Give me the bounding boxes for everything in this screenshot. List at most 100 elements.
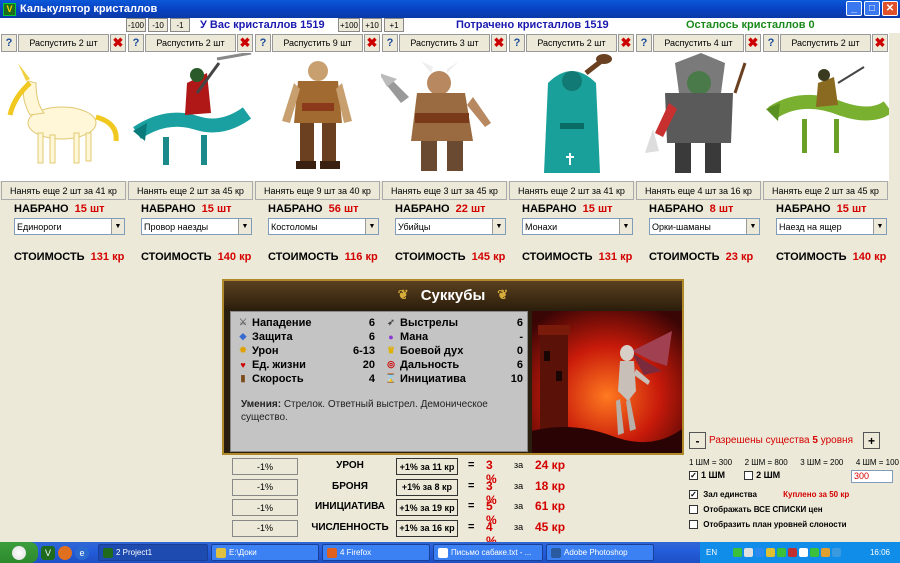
upgrade-za: за xyxy=(514,521,524,532)
chevron-down-icon[interactable]: ▼ xyxy=(746,219,759,234)
chevron-down-icon[interactable]: ▼ xyxy=(619,219,632,234)
crystal-minus-10-button[interactable]: -10 xyxy=(148,18,168,32)
remove-unit-button[interactable]: ✖ xyxy=(872,34,888,52)
crystal-minus-1-button[interactable]: -1 xyxy=(170,18,190,32)
taskbar-item[interactable]: 2 Project1 xyxy=(98,544,208,561)
unit-select[interactable]: Монахи ▼ xyxy=(522,218,633,235)
upgrade-plus-button[interactable]: +1% за 11 кр xyxy=(396,458,458,475)
taskbar-item[interactable]: Письмо сабаке.txt - ... xyxy=(433,544,543,561)
crystal-plus-10-button[interactable]: +10 xyxy=(362,18,382,32)
level-minus-button[interactable]: - xyxy=(689,432,706,449)
remove-unit-button[interactable]: ✖ xyxy=(237,34,253,52)
upgrade-minus-button[interactable]: -1% xyxy=(232,478,298,496)
unit-select[interactable]: Провор наезды ▼ xyxy=(141,218,252,235)
close-button[interactable]: ✕ xyxy=(882,1,898,16)
ornament-left-icon: ❦ xyxy=(397,287,409,302)
unit-select[interactable]: Единороги ▼ xyxy=(14,218,125,235)
hire-button[interactable]: Нанять еще 9 шт за 40 кр xyxy=(255,181,380,200)
tray-icon[interactable] xyxy=(744,548,754,557)
task-label: 2 Project1 xyxy=(116,548,153,557)
remove-unit-button[interactable]: ✖ xyxy=(745,34,761,52)
tray-icon[interactable] xyxy=(733,548,743,557)
taskbar-item[interactable]: E:\Доки xyxy=(211,544,319,561)
taskbar-item[interactable]: 4 Firefox xyxy=(322,544,430,561)
language-indicator[interactable]: EN xyxy=(706,548,717,557)
help-button[interactable]: ? xyxy=(509,34,525,52)
hire-button[interactable]: Нанять еще 2 шт за 41 кр xyxy=(1,181,126,200)
tray-icon[interactable] xyxy=(832,548,842,557)
level-plus-button[interactable]: + xyxy=(863,432,880,449)
unit-select[interactable]: Костоломы ▼ xyxy=(268,218,379,235)
taskbar: V e 2 Project1 E:\Доки 4 Firefox Письмо … xyxy=(0,542,900,563)
unit-image xyxy=(127,53,254,181)
remove-unit-button[interactable]: ✖ xyxy=(364,34,380,52)
upgrade-minus-button[interactable]: -1% xyxy=(232,499,298,516)
chevron-down-icon[interactable]: ▼ xyxy=(365,219,378,234)
dismiss-button[interactable]: Распустить 3 шт xyxy=(399,34,490,52)
upgrade-minus-button[interactable]: -1% xyxy=(232,458,298,475)
option-checkbox[interactable] xyxy=(689,520,698,530)
upgrade-minus-button[interactable]: -1% xyxy=(232,519,298,537)
hire-button[interactable]: Нанять еще 4 шт за 16 кр xyxy=(636,181,761,200)
monk-icon xyxy=(544,54,612,173)
help-button[interactable]: ? xyxy=(763,34,779,52)
crystal-plus-1-button[interactable]: +1 xyxy=(384,18,404,32)
remove-unit-button[interactable]: ✖ xyxy=(491,34,507,52)
chevron-down-icon[interactable]: ▼ xyxy=(111,219,124,234)
help-button[interactable]: ? xyxy=(636,34,652,52)
firefox-icon[interactable] xyxy=(58,545,72,560)
option-checkbox[interactable]: ✓ xyxy=(689,490,698,500)
tray-icon[interactable] xyxy=(788,548,798,557)
dismiss-button[interactable]: Распустить 4 шт xyxy=(653,34,744,52)
upgrade-plus-button[interactable]: +1% за 16 кр xyxy=(396,519,458,537)
delphi-icon[interactable]: V xyxy=(41,545,55,560)
stat-label: Мана xyxy=(400,330,429,343)
tray-icon[interactable] xyxy=(777,548,787,557)
hire-button[interactable]: Нанять еще 2 шт за 45 кр xyxy=(763,181,888,200)
tray-icon[interactable] xyxy=(755,548,765,557)
unit-select[interactable]: Орки-шаманы ▼ xyxy=(649,218,760,235)
stat-row: ▮ Скорость 4 xyxy=(237,372,375,385)
minimize-button[interactable]: _ xyxy=(846,1,862,16)
taskbar-item[interactable]: Adobe Photoshop xyxy=(546,544,654,561)
dismiss-button[interactable]: Распустить 2 шт xyxy=(145,34,236,52)
help-button[interactable]: ? xyxy=(128,34,144,52)
tray-icon[interactable] xyxy=(821,548,831,557)
dismiss-button[interactable]: Распустить 9 шт xyxy=(272,34,363,52)
dismiss-button[interactable]: Распустить 2 шт xyxy=(18,34,109,52)
tray-icon[interactable] xyxy=(810,548,820,557)
tray-icon[interactable] xyxy=(766,548,776,557)
chevron-down-icon[interactable]: ▼ xyxy=(238,219,251,234)
unit-select[interactable]: Убийцы ▼ xyxy=(395,218,506,235)
remove-unit-button[interactable]: ✖ xyxy=(618,34,634,52)
hire-button[interactable]: Нанять еще 2 шт за 45 кр xyxy=(128,181,253,200)
dismiss-button[interactable]: Распустить 2 шт xyxy=(526,34,617,52)
chevron-down-icon[interactable]: ▼ xyxy=(873,219,886,234)
help-button[interactable]: ? xyxy=(382,34,398,52)
shm-value-input[interactable]: 300 xyxy=(851,470,893,483)
tray-icon[interactable] xyxy=(799,548,809,557)
crystal-plus-100-button[interactable]: +100 xyxy=(338,18,360,32)
start-button[interactable] xyxy=(0,542,38,563)
help-button[interactable]: ? xyxy=(255,34,271,52)
remove-unit-button[interactable]: ✖ xyxy=(110,34,126,52)
shm2-checkbox[interactable] xyxy=(744,471,754,481)
hire-button[interactable]: Нанять еще 3 шт за 45 кр xyxy=(382,181,507,200)
maximize-button[interactable]: □ xyxy=(864,1,880,16)
help-button[interactable]: ? xyxy=(1,34,17,52)
dismiss-button[interactable]: Распустить 2 шт xyxy=(780,34,871,52)
upgrade-plus-button[interactable]: +1% за 19 кр xyxy=(396,499,458,516)
task-label: 4 Firefox xyxy=(340,548,372,557)
ie-icon[interactable]: e xyxy=(75,545,89,560)
hire-button[interactable]: Нанять еще 2 шт за 41 кр xyxy=(509,181,634,200)
upgrade-plus-button[interactable]: +1% за 8 кр xyxy=(396,478,458,496)
crystal-minus-100-button[interactable]: -100 xyxy=(126,18,146,32)
option-checkbox[interactable] xyxy=(689,505,698,515)
chevron-down-icon[interactable]: ▼ xyxy=(492,219,505,234)
unit-header: ? Распустить 2 шт ✖ xyxy=(0,33,127,53)
collected: НАБРАНО 22 шт xyxy=(395,203,486,215)
unit-select[interactable]: Наезд на ящер ▼ xyxy=(776,218,887,235)
upgrade-za: за xyxy=(514,460,524,470)
stat-value: 6 xyxy=(516,316,523,329)
shm1-checkbox[interactable]: ✓ xyxy=(689,471,698,481)
